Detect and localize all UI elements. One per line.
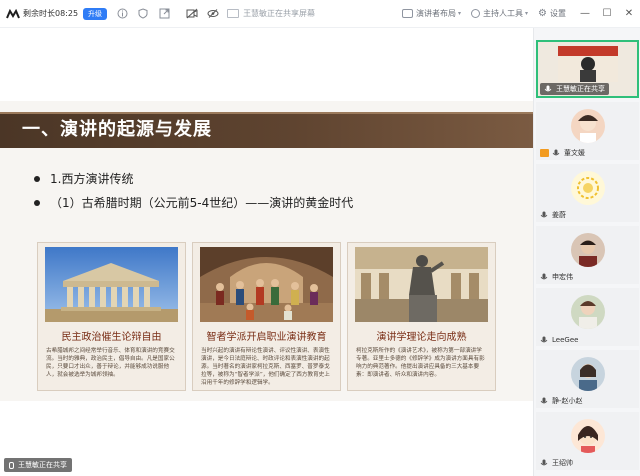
participant-name: 申宏伟 — [540, 272, 573, 282]
avatar — [570, 357, 605, 391]
participant-name: 姜蔚 — [540, 210, 566, 220]
card-heading: 智者学派开启职业演讲教育 — [206, 332, 327, 343]
card-description: 当时兴起的演讲有辩论性演讲、评议性演讲、表演性演讲，是今日法庭辩论、时政评论和表… — [201, 348, 330, 386]
card-theory: 演讲学理论走向成熟 柯拉克斯所作的《演讲艺术》，被称为第一部演讲学专著。亚里士多… — [347, 242, 496, 391]
eye-icon[interactable] — [207, 8, 219, 20]
shield-icon[interactable] — [137, 8, 149, 20]
presentation-slide: 一、演讲的起源与发展 1.西方演讲传统 （1）古希腊时期（公元前5-4世纪）——… — [0, 101, 533, 401]
close-button[interactable]: ✕ — [618, 8, 640, 19]
speaker-layout-button[interactable]: 演讲者布局 ▾ — [402, 8, 461, 19]
speaker-layout-icon — [402, 9, 413, 18]
host-tools-label: 主持人工具 — [483, 9, 524, 18]
microphone-icon — [540, 273, 548, 280]
participant-name: 王绍帅 — [540, 458, 573, 468]
bullet-dot — [34, 175, 40, 182]
bullet-text: 1.西方演讲传统 — [50, 172, 134, 186]
microphone-icon — [540, 397, 548, 404]
card-heading: 演讲学理论走向成熟 — [376, 332, 467, 343]
screen-share-icon — [227, 9, 240, 18]
info-icon[interactable] — [116, 8, 128, 20]
bullet-text: （1）古希腊时期（公元前5-4世纪）——演讲的黄金时代 — [50, 196, 354, 210]
aristotle-statue-image — [355, 247, 488, 322]
maximize-button[interactable]: ☐ — [596, 8, 618, 19]
host-tools-button[interactable]: 主持人工具 ▾ — [471, 8, 528, 19]
shared-screen-area: 一、演讲的起源与发展 1.西方演讲传统 （1）古希腊时期（公元前5-4世纪）——… — [0, 28, 533, 476]
mute-video-icon[interactable] — [186, 8, 198, 20]
bullet-dot — [34, 199, 40, 206]
avatar — [570, 233, 605, 267]
sharing-status-label: 王慧敏正在共享屏幕 — [243, 9, 316, 18]
card-sophists: 智者学派开启职业演讲教育 当时兴起的演讲有辩论性演讲、评议性演讲、表演性演讲，是… — [192, 242, 341, 391]
card-description: 古希腊城邦之间经常举行音乐、体育和演讲的竞赛交流。当时的雅典，政治民主，倡导自由… — [46, 348, 175, 378]
meeting-window: 剩余时长08:25 升级 王慧敏正在共享屏幕 演讲者布局 ▾ 主持人工具 ▾ ⚙… — [0, 0, 640, 476]
chevron-down-icon: ▾ — [458, 10, 462, 17]
toolbar-right: 演讲者布局 ▾ 主持人工具 ▾ ⚙ 设置 — ☐ ✕ — [392, 8, 640, 19]
microphone-icon — [9, 461, 14, 469]
parthenon-image — [45, 247, 178, 322]
card-democracy: 民主政治催生论辩自由 古希腊城邦之间经常举行音乐、体育和演讲的竞赛交流。当时的雅… — [37, 242, 186, 391]
participant-tile[interactable]: 申宏伟 — [536, 226, 639, 284]
minimize-button[interactable]: — — [574, 8, 596, 19]
participant-name: 王慧敏正在共享 — [540, 83, 609, 95]
slide-title: 一、演讲的起源与发展 — [22, 119, 212, 140]
participant-tile[interactable]: 王慧敏正在共享 — [536, 40, 639, 98]
microphone-icon — [544, 85, 552, 92]
participant-tile[interactable]: 董文媛 — [536, 102, 639, 160]
participant-tile[interactable]: LeeGee — [536, 288, 639, 346]
participant-tile[interactable]: 姜蔚 — [536, 164, 639, 222]
top-toolbar: 剩余时长08:25 升级 王慧敏正在共享屏幕 演讲者布局 ▾ 主持人工具 ▾ ⚙… — [0, 0, 640, 28]
speaker-layout-label: 演讲者布局 — [416, 9, 456, 18]
settings-label: 设置 — [550, 9, 566, 18]
microphone-icon — [552, 149, 560, 156]
share-badge-label: 王慧敏正在共享 — [18, 461, 67, 469]
participant-tile[interactable]: 王绍帅 — [536, 412, 639, 470]
screen-share-badge: 王慧敏正在共享 — [4, 458, 72, 472]
avatar — [570, 295, 605, 329]
microphone-icon — [540, 336, 548, 343]
settings-button[interactable]: ⚙ 设置 — [538, 8, 566, 19]
avatar — [570, 171, 605, 205]
bullet-ancient-greece: （1）古希腊时期（公元前5-4世纪）——演讲的黄金时代 — [34, 194, 353, 211]
bullet-western-tradition: 1.西方演讲传统 — [34, 170, 133, 187]
avatar — [570, 109, 605, 143]
gear-icon: ⚙ — [538, 8, 547, 19]
school-of-athens-image — [200, 247, 333, 322]
card-heading: 民主政治催生论辩自由 — [61, 332, 162, 343]
microphone-icon — [540, 459, 548, 466]
meeting-logo-icon — [6, 8, 20, 18]
card-description: 柯拉克斯所作的《演讲艺术》，被称为第一部演讲学专著。亚里士多德的《修辞学》成为演… — [356, 348, 485, 378]
upgrade-button[interactable]: 升级 — [83, 7, 108, 20]
sharing-status: 王慧敏正在共享屏幕 — [227, 8, 315, 19]
expand-icon[interactable] — [158, 8, 170, 20]
time-left-label: 剩余时长08:25 — [23, 9, 79, 18]
host-badge-icon — [540, 149, 549, 157]
host-tools-icon — [471, 9, 481, 18]
chevron-down-icon: ▾ — [525, 10, 529, 17]
participant-name: LeeGee — [540, 336, 578, 344]
participant-name: 静-赵小赵 — [540, 396, 583, 406]
microphone-icon — [540, 211, 548, 218]
participant-name: 董文媛 — [540, 148, 585, 158]
avatar — [570, 419, 605, 453]
video-thumbnail — [557, 46, 618, 82]
participant-tile[interactable]: 静-赵小赵 — [536, 350, 639, 408]
participant-list: 王慧敏正在共享 董文媛 姜蔚 申宏伟 LeeGee 静-赵小赵 王绍帅 — [533, 28, 640, 476]
